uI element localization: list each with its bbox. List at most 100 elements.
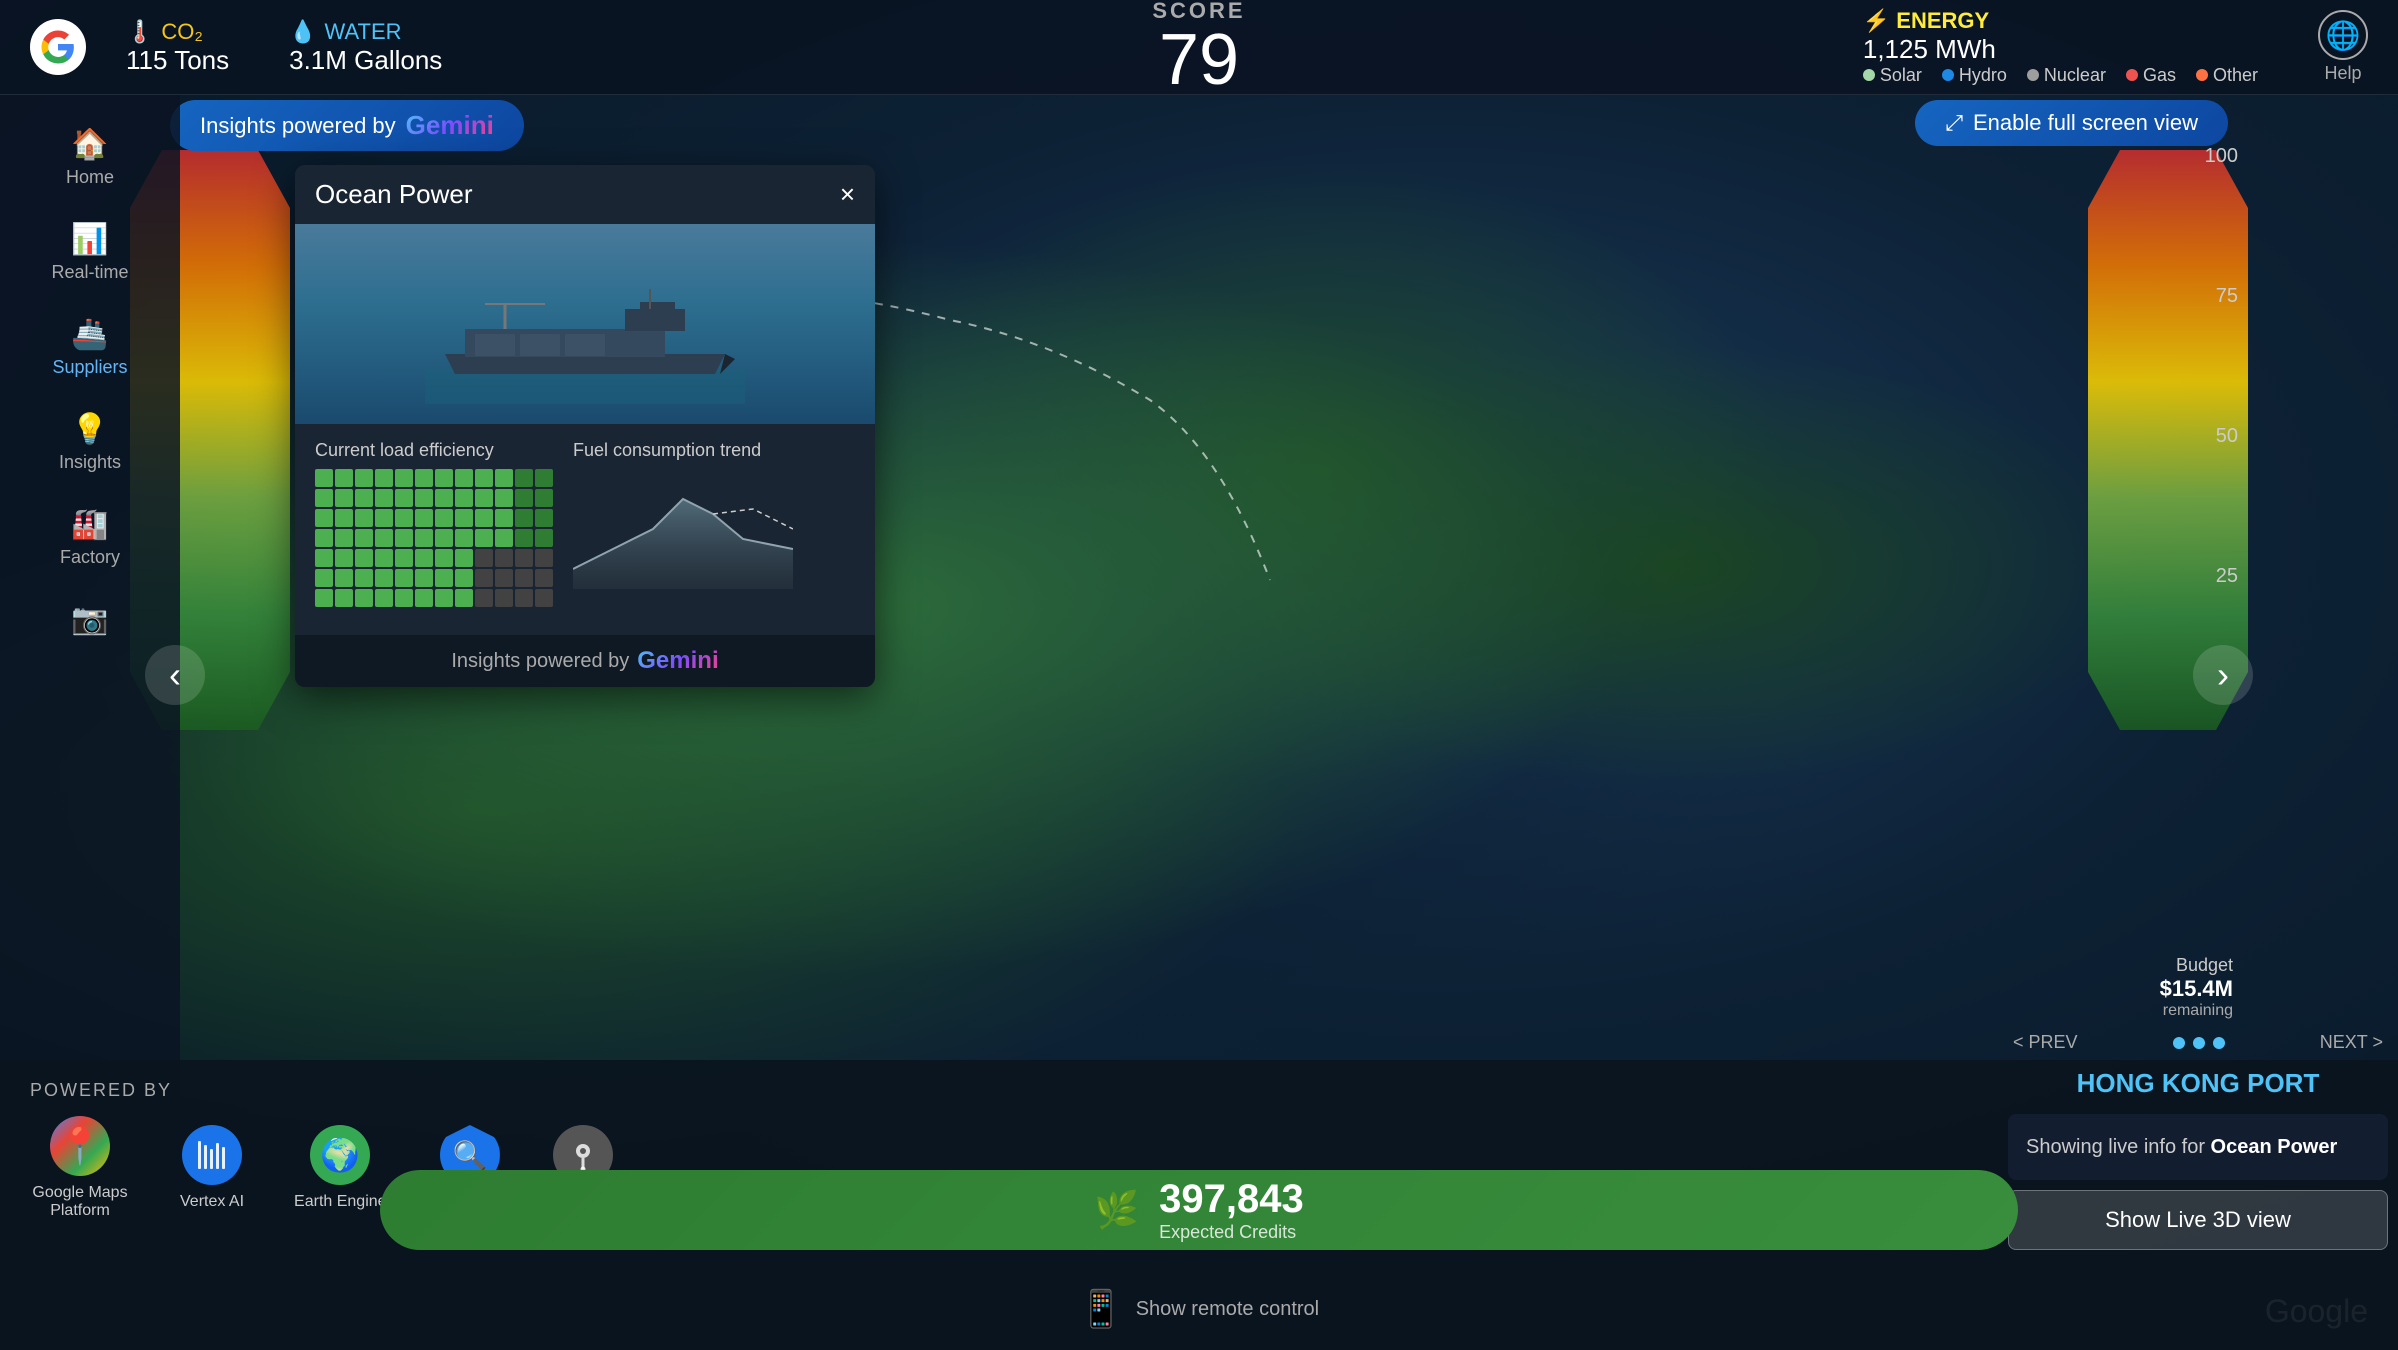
eff-cell (495, 469, 513, 487)
eff-cell (515, 569, 533, 587)
nav-arrow-right[interactable]: › (2193, 645, 2253, 705)
co2-icon: 🌡️ (126, 19, 153, 45)
eff-cell (395, 509, 413, 527)
score-section: SCORE 79 (1152, 0, 1245, 96)
load-efficiency-label: Current load efficiency (315, 440, 553, 461)
port-dot-2 (2193, 1037, 2205, 1049)
energy-label: ⚡ ENERGY (1863, 8, 1989, 34)
sidebar-label-factory: Factory (60, 547, 120, 568)
show-live-3d-button[interactable]: Show Live 3D view (2008, 1190, 2388, 1250)
help-button[interactable]: 🌐 Help (2318, 10, 2368, 84)
eff-cell (315, 589, 333, 607)
eff-cell (315, 469, 333, 487)
eff-cell (335, 509, 353, 527)
chart-icon: 📊 (71, 222, 108, 257)
gemini-prefix: Insights powered by (200, 113, 396, 139)
eff-cell (415, 549, 433, 567)
sidebar-item-insights[interactable]: 💡 Insights (20, 400, 160, 485)
eff-cell (455, 569, 473, 587)
eff-cell (495, 489, 513, 507)
eff-cell (515, 509, 533, 527)
eff-cell (535, 509, 553, 527)
eff-cell (475, 469, 493, 487)
water-icon: 💧 (289, 19, 316, 45)
google-maps-logo: 📍 Google Maps Platform (30, 1116, 130, 1220)
eff-cell (355, 509, 373, 527)
co2-metric: 🌡️ CO₂ 115 Tons (126, 19, 229, 76)
live-info-text: Showing live info for Ocean Power (2026, 1136, 2337, 1158)
eff-cell (415, 569, 433, 587)
energy-value: 1,125 MWh (1863, 34, 1996, 65)
eff-cell (335, 469, 353, 487)
top-bar: 🌡️ CO₂ 115 Tons 💧 WATER 3.1M Gallons SCO… (0, 0, 2398, 95)
port-navigation: < PREV NEXT > (2008, 1032, 2388, 1053)
eff-cell (355, 549, 373, 567)
co2-label: 🌡️ CO₂ (126, 19, 203, 45)
expand-icon: ⤢ (1945, 110, 1963, 136)
globe-icon: 🌐 (2318, 10, 2368, 60)
port-prev-button[interactable]: < PREV (2013, 1032, 2078, 1053)
budget-section: Budget $15.4M remaining (2160, 955, 2233, 1020)
eff-cell (315, 529, 333, 547)
eff-cell (415, 589, 433, 607)
eff-cell (535, 589, 553, 607)
sidebar-item-home[interactable]: 🏠 Home (20, 115, 160, 200)
nav-arrow-left[interactable]: ‹ (145, 645, 205, 705)
help-label: Help (2324, 63, 2361, 84)
eff-cell (515, 589, 533, 607)
eff-cell (455, 469, 473, 487)
remote-icon: 📱 (1079, 1288, 1124, 1330)
sidebar-item-suppliers[interactable]: 🚢 Suppliers (20, 305, 160, 390)
eff-cell (395, 489, 413, 507)
maps-icon: 📍 (50, 1116, 110, 1176)
eff-cell (375, 469, 393, 487)
eff-cell (495, 589, 513, 607)
eff-cell (455, 549, 473, 567)
popup-content: Current load efficiency Fuel consumption… (295, 424, 875, 635)
eff-cell (355, 589, 373, 607)
eff-cell (335, 529, 353, 547)
fullscreen-button[interactable]: ⤢ Enable full screen view (1915, 100, 2228, 146)
vertex-label: Vertex AI (180, 1193, 244, 1211)
sidebar-label-realtime: Real-time (51, 262, 128, 283)
popup-gemini-prefix: Insights powered by (451, 650, 629, 673)
eff-cell (415, 509, 433, 527)
eff-cell (395, 569, 413, 587)
eff-cell (375, 529, 393, 547)
leaf-icon: 🌿 (1094, 1189, 1139, 1231)
sidebar-item-factory[interactable]: 🏭 Factory (20, 495, 160, 580)
earth-engine-logo: 🌍 Earth Engine (294, 1125, 387, 1211)
port-next-button[interactable]: NEXT > (2320, 1032, 2383, 1053)
eff-cell (475, 489, 493, 507)
camera-icon: 📷 (71, 602, 108, 637)
suppliers-icon: 🚢 (71, 317, 108, 352)
eff-cell (315, 549, 333, 567)
eff-cell (395, 589, 413, 607)
popup-gemini-logo: Gemini (637, 647, 718, 675)
insights-icon: 💡 (71, 412, 108, 447)
vertex-ai-logo: Vertex AI (180, 1125, 244, 1211)
eff-cell (355, 529, 373, 547)
eff-cell (415, 529, 433, 547)
port-dot-1 (2173, 1037, 2185, 1049)
eff-cell (435, 549, 453, 567)
load-efficiency-section: Current load efficiency (315, 440, 553, 607)
remote-control-button[interactable]: 📱 Show remote control (1079, 1288, 1319, 1330)
eff-cell (515, 489, 533, 507)
sidebar-item-realtime[interactable]: 📊 Real-time (20, 210, 160, 295)
eff-cell (335, 549, 353, 567)
eff-cell (375, 569, 393, 587)
popup-close-button[interactable]: × (840, 179, 855, 210)
eff-cell (335, 589, 353, 607)
gemini-logo: Gemini (406, 110, 494, 141)
sidebar-item-camera[interactable]: 📷 (20, 590, 160, 649)
eff-cell (535, 569, 553, 587)
remote-text: Show remote control (1136, 1298, 1319, 1321)
eff-cell (335, 569, 353, 587)
popup-ship-image (295, 224, 875, 424)
eff-cell (475, 569, 493, 587)
eff-cell (475, 589, 493, 607)
earth-label: Earth Engine (294, 1193, 387, 1211)
eff-cell (375, 489, 393, 507)
top-metrics: 🌡️ CO₂ 115 Tons 💧 WATER 3.1M Gallons (126, 19, 1863, 76)
